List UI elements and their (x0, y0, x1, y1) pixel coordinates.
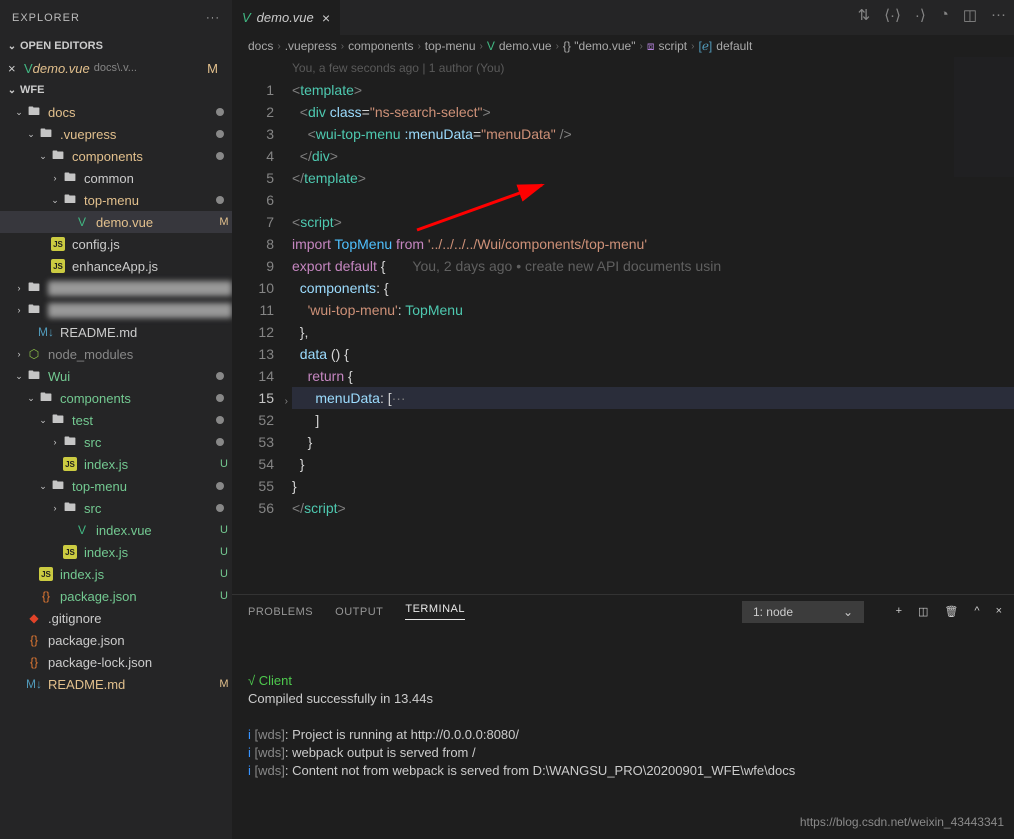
open-editor-item[interactable]: × V demo.vue docs\.v... M (0, 57, 232, 79)
file-item[interactable]: Vindex.vueU (0, 519, 232, 541)
open-editors-header[interactable]: ⌄ OPEN EDITORS (0, 35, 232, 57)
file-item[interactable]: JSenhanceApp.js (0, 255, 232, 277)
nav-back-icon[interactable]: ⟨·⟩ (884, 6, 901, 24)
chevron-down-icon: ⌄ (4, 41, 20, 52)
breadcrumb[interactable]: docs›.vuepress›components›top-menu›V dem… (232, 35, 1014, 57)
breadcrumb-item[interactable]: top-menu (425, 39, 476, 53)
file-item[interactable]: JSindex.jsU (0, 541, 232, 563)
file-item[interactable]: M↓README.md (0, 321, 232, 343)
breadcrumb-item[interactable]: [ℯ] default (698, 39, 752, 53)
file-item[interactable]: JSindex.jsU (0, 453, 232, 475)
tab-terminal[interactable]: TERMINAL (405, 603, 465, 620)
code-content[interactable]: You, a few seconds ago | 1 author (You) … (292, 57, 1014, 594)
folder-item[interactable]: ⌄🖿components (0, 387, 232, 409)
editor-actions: ⇅ ⟨·⟩ ·⟩ ◔ ◫ ··· (858, 6, 1006, 24)
split-terminal-icon[interactable]: ◫ (918, 605, 928, 618)
tab-output[interactable]: OUTPUT (335, 606, 383, 618)
breadcrumb-item[interactable]: components (348, 39, 413, 53)
explorer-header: EXPLORER ··· (0, 0, 232, 35)
folder-item[interactable]: ⌄🖿Wui (0, 365, 232, 387)
git-compare-icon[interactable]: ⇅ (858, 6, 871, 24)
breadcrumb-item[interactable]: V demo.vue (487, 39, 552, 53)
explorer-title: EXPLORER (12, 12, 80, 24)
chevron-down-icon: ⌄ (4, 85, 20, 96)
file-item[interactable]: JSconfig.js (0, 233, 232, 255)
line-gutter: 123456789101112131415›5253545556 (232, 57, 292, 594)
panel-actions: + ◫ 🗑 ^ × (896, 605, 1002, 618)
file-item[interactable]: {}package.jsonU (0, 585, 232, 607)
code-editor[interactable]: 123456789101112131415›5253545556 You, a … (232, 57, 1014, 594)
breadcrumb-item[interactable]: ⧈ script (647, 39, 687, 54)
gitlens-blame: You, a few seconds ago | 1 author (You) (292, 57, 1014, 79)
folder-item[interactable]: ⌄🖿components (0, 145, 232, 167)
terminal-output[interactable]: √ Client Compiled successfully in 13.44s… (232, 628, 1014, 839)
minimap[interactable] (954, 57, 1014, 177)
vue-icon: V (242, 10, 251, 25)
terminal-select[interactable]: 1: node (742, 601, 864, 623)
close-icon[interactable]: × (322, 10, 330, 26)
new-terminal-icon[interactable]: + (896, 605, 902, 618)
folder-item[interactable]: ›⬡node_modules (0, 343, 232, 365)
panel-tabs: PROBLEMS OUTPUT TERMINAL 1: node + ◫ 🗑 ^… (232, 595, 1014, 628)
breadcrumb-item[interactable]: docs (248, 39, 273, 53)
folder-item[interactable]: ⌄🖿test (0, 409, 232, 431)
more-icon[interactable]: ··· (991, 6, 1006, 24)
split-icon[interactable]: ◫ (963, 6, 977, 24)
folder-item[interactable]: ›🖿xxxxxx (0, 299, 232, 321)
explorer-sidebar: EXPLORER ··· ⌄ OPEN EDITORS × V demo.vue… (0, 0, 232, 839)
workspace-header[interactable]: ⌄ WFE (0, 79, 232, 101)
maximize-icon[interactable]: ^ (974, 605, 979, 618)
watermark: https://blog.csdn.net/weixin_43443341 (800, 815, 1004, 829)
file-item[interactable]: {}package-lock.json (0, 651, 232, 673)
vue-icon: V (24, 61, 33, 76)
tab-demo-vue[interactable]: V demo.vue × (232, 0, 341, 35)
close-panel-icon[interactable]: × (996, 605, 1002, 618)
folder-item[interactable]: ›🖿src (0, 431, 232, 453)
folder-item[interactable]: ›🖿xxxxxx (0, 277, 232, 299)
file-item[interactable]: Vdemo.vueM (0, 211, 232, 233)
bottom-panel: PROBLEMS OUTPUT TERMINAL 1: node + ◫ 🗑 ^… (232, 594, 1014, 839)
file-item[interactable]: {}package.json (0, 629, 232, 651)
tab-problems[interactable]: PROBLEMS (248, 606, 313, 618)
folder-item[interactable]: ⌄🖿top-menu (0, 475, 232, 497)
file-item[interactable]: ◆.gitignore (0, 607, 232, 629)
kill-terminal-icon[interactable]: 🗑 (944, 605, 958, 618)
breadcrumb-item[interactable]: .vuepress (285, 39, 337, 53)
folder-item[interactable]: ›🖿src (0, 497, 232, 519)
close-icon[interactable]: × (8, 61, 24, 76)
breadcrumb-item[interactable]: {} "demo.vue" (563, 39, 636, 53)
folder-item[interactable]: ⌄🖿docs (0, 101, 232, 123)
more-icon[interactable]: ··· (206, 12, 220, 24)
file-tree: ⌄🖿docs⌄🖿.vuepress⌄🖿components›🖿common⌄🖿t… (0, 101, 232, 695)
folder-item[interactable]: ⌄🖿top-menu (0, 189, 232, 211)
folder-item[interactable]: ›🖿common (0, 167, 232, 189)
file-item[interactable]: JSindex.jsU (0, 563, 232, 585)
file-item[interactable]: M↓README.mdM (0, 673, 232, 695)
circle-icon[interactable]: ◔ (940, 6, 949, 24)
editor-area: V demo.vue × ⇅ ⟨·⟩ ·⟩ ◔ ◫ ··· docs›.vuep… (232, 0, 1014, 839)
folder-item[interactable]: ⌄🖿.vuepress (0, 123, 232, 145)
nav-fwd-icon[interactable]: ·⟩ (915, 6, 926, 24)
